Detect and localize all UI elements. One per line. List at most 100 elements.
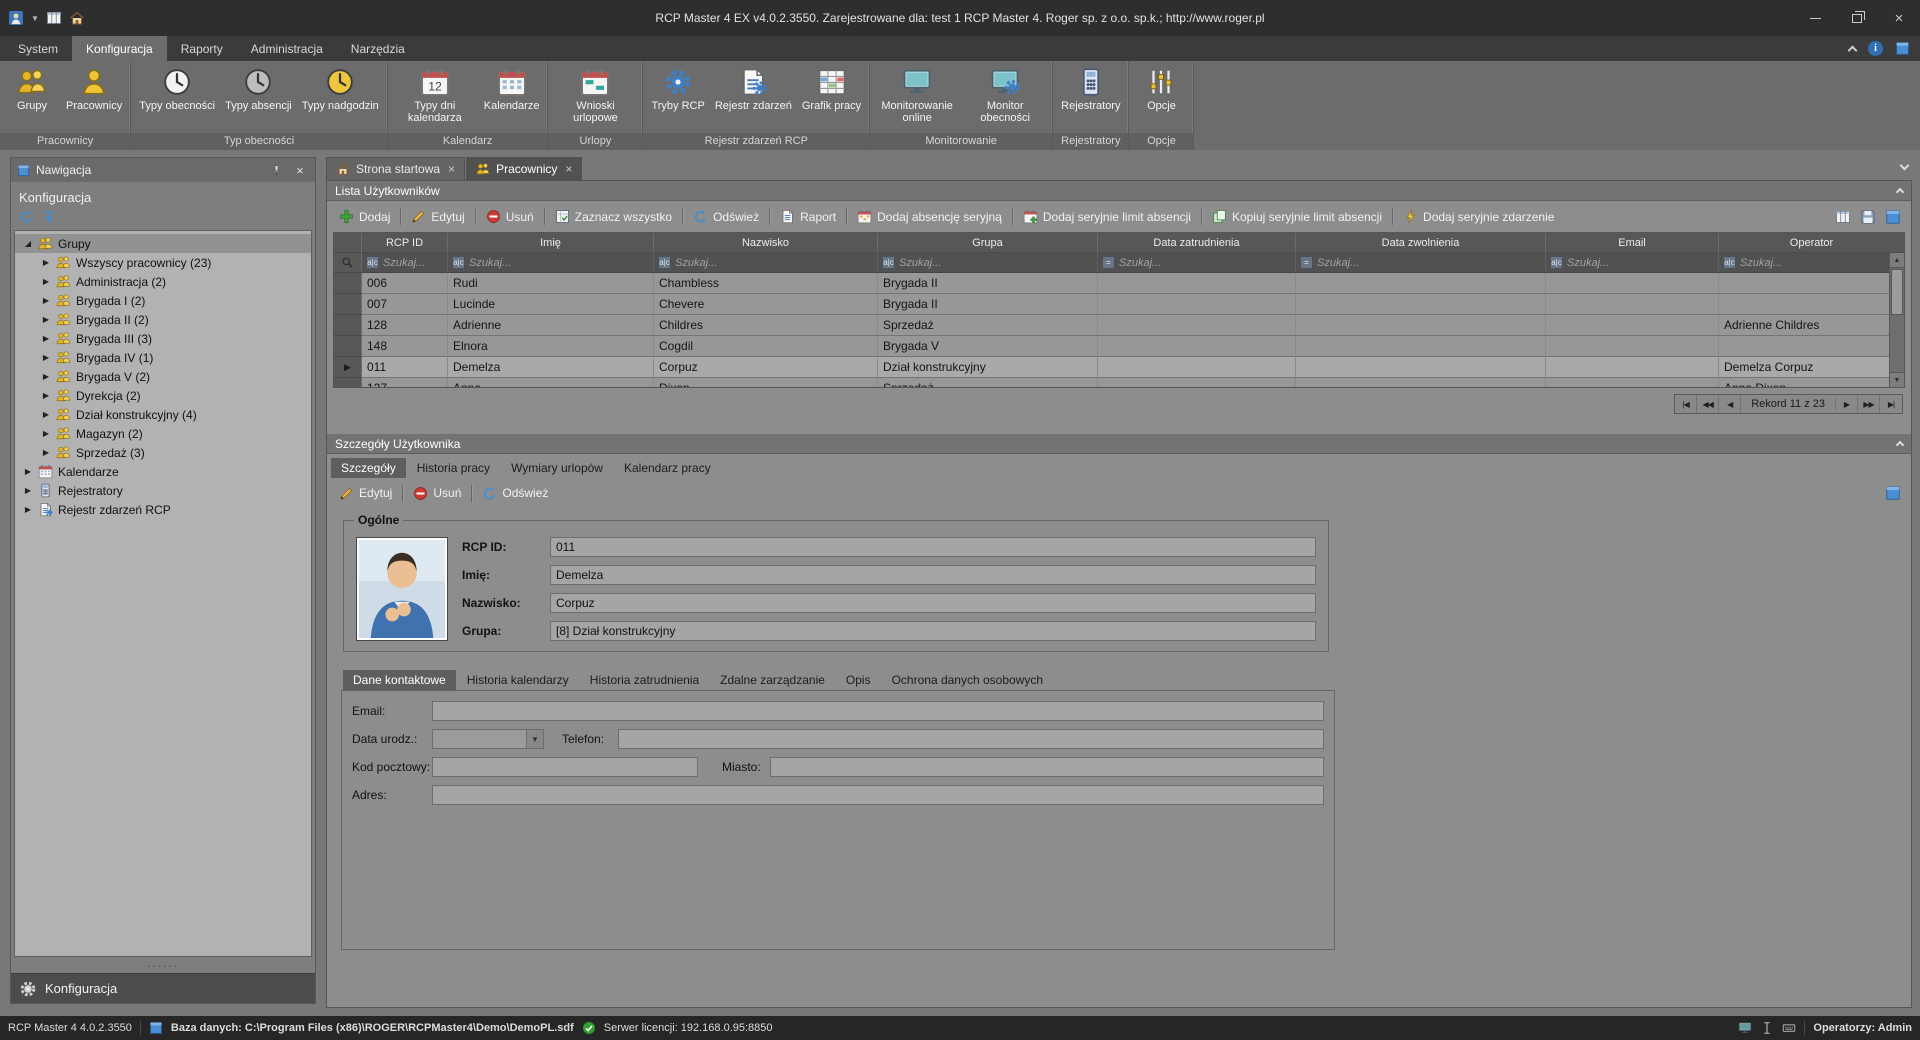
app-logo-icon[interactable] bbox=[8, 10, 24, 26]
tab-ochrona-danych-osobowych[interactable]: Ochrona danych osobowych bbox=[882, 670, 1053, 690]
pin-icon[interactable] bbox=[267, 161, 285, 179]
filter-type-icon[interactable]: a|c bbox=[452, 256, 465, 269]
filter-rcp-id[interactable]: a|cSzukaj... bbox=[362, 253, 448, 273]
expand-icon[interactable]: ▶ bbox=[23, 486, 33, 495]
column-header-data-zwolnienia[interactable]: Data zwolnienia bbox=[1296, 233, 1546, 253]
tree-item-kalendarze[interactable]: ▶Kalendarze bbox=[15, 462, 311, 481]
panel-view-icon[interactable] bbox=[1885, 485, 1901, 501]
text-cursor-icon[interactable] bbox=[1760, 1021, 1774, 1035]
tab-kalendarz-pracy[interactable]: Kalendarz pracy bbox=[614, 458, 721, 478]
filter-type-icon[interactable]: = bbox=[1300, 256, 1313, 269]
ribbon-item-typy-nadgodzin[interactable]: Typy nadgodzin bbox=[297, 64, 384, 133]
tree-item-group[interactable]: ▶Brygada II (2) bbox=[15, 310, 311, 329]
ribbon-item-kalendarze[interactable]: Kalendarze bbox=[479, 64, 545, 133]
filter-type-icon[interactable]: a|c bbox=[1550, 256, 1563, 269]
scroll-up-icon[interactable]: ▲ bbox=[1890, 253, 1904, 268]
scroll-down-icon[interactable]: ▼ bbox=[1890, 372, 1904, 387]
tab-zdalne-zarzadzanie[interactable]: Zdalne zarządzanie bbox=[710, 670, 835, 690]
ribbon-item-typy-absencji[interactable]: Typy absencji bbox=[220, 64, 297, 133]
tab-szczegoly[interactable]: Szczegóły bbox=[331, 458, 406, 478]
chevron-down-icon[interactable]: ▼ bbox=[526, 730, 543, 748]
tab-raporty[interactable]: Raporty bbox=[167, 36, 237, 61]
birth-date-select[interactable]: ▼ bbox=[432, 729, 544, 749]
filter-grupa[interactable]: a|cSzukaj... bbox=[878, 253, 1098, 273]
filter-data-zatrudnienia[interactable]: =Szukaj... bbox=[1098, 253, 1296, 273]
postal-code-input[interactable] bbox=[432, 757, 698, 777]
tab-historia-zatrudnienia[interactable]: Historia zatrudnienia bbox=[580, 670, 709, 690]
add-absence-batch-button[interactable]: Dodaj absencję seryjną bbox=[851, 205, 1008, 228]
tab-dane-kontaktowe[interactable]: Dane kontaktowe bbox=[343, 670, 456, 690]
expand-icon[interactable]: ▶ bbox=[41, 315, 51, 324]
panel-splitter[interactable]: ...... bbox=[11, 957, 315, 973]
table-row[interactable]: 128 Adrienne Childres Sprzedaż Adrienne … bbox=[334, 315, 1904, 336]
delete-button[interactable]: Usuń bbox=[480, 205, 540, 228]
tab-konfiguracja[interactable]: Konfiguracja bbox=[72, 36, 167, 61]
collapse-ribbon-icon[interactable] bbox=[1848, 46, 1858, 56]
table-row-selected[interactable]: ▶ 011 Demelza Corpuz Dział konstrukcyjny… bbox=[334, 357, 1904, 378]
ribbon-item-monitorowanie-online[interactable]: Monitorowanie online bbox=[873, 64, 961, 133]
tree-item-group[interactable]: ▶Brygada I (2) bbox=[15, 291, 311, 310]
style-panel-icon[interactable] bbox=[1895, 41, 1910, 56]
pager-last-button[interactable]: ▶| bbox=[1880, 395, 1902, 413]
column-header-nazwisko[interactable]: Nazwisko bbox=[654, 233, 878, 253]
expand-icon[interactable]: ▶ bbox=[23, 467, 33, 476]
ribbon-item-tryby-rcp[interactable]: Tryby RCP bbox=[646, 64, 709, 133]
app-menu-caret-icon[interactable]: ▼ bbox=[31, 14, 39, 23]
minimize-button[interactable] bbox=[1794, 0, 1836, 36]
delete-button[interactable]: Usuń bbox=[407, 482, 467, 505]
filter-data-zwolnienia[interactable]: =Szukaj... bbox=[1296, 253, 1546, 273]
expand-icon[interactable]: ▶ bbox=[41, 372, 51, 381]
address-input[interactable] bbox=[432, 785, 1324, 805]
expand-icon[interactable]: ▶ bbox=[23, 505, 33, 514]
refresh-button[interactable]: Odśwież bbox=[476, 482, 554, 505]
expand-icon[interactable]: ▶ bbox=[41, 429, 51, 438]
phone-input[interactable] bbox=[618, 729, 1324, 749]
tab-list-dropdown-icon[interactable] bbox=[1900, 161, 1910, 171]
expand-icon[interactable]: ▶ bbox=[41, 391, 51, 400]
filter-type-icon[interactable]: = bbox=[1102, 256, 1115, 269]
close-icon[interactable]: × bbox=[291, 161, 309, 179]
column-header-operator[interactable]: Operator bbox=[1719, 233, 1904, 253]
filter-type-icon[interactable]: a|c bbox=[366, 256, 379, 269]
ribbon-item-typy-obecnosci[interactable]: Typy obecności bbox=[134, 64, 220, 133]
tab-system[interactable]: System bbox=[4, 36, 72, 61]
expand-icon[interactable]: ▶ bbox=[41, 277, 51, 286]
expand-icon[interactable]: ▶ bbox=[41, 334, 51, 343]
collapse-all-icon[interactable] bbox=[42, 210, 56, 224]
sidebar-item-konfiguracja[interactable]: Konfiguracja bbox=[11, 973, 315, 1003]
refresh-icon[interactable] bbox=[19, 210, 33, 224]
keyboard-icon[interactable] bbox=[1782, 1021, 1796, 1035]
report-button[interactable]: Raport bbox=[774, 205, 842, 228]
table-row[interactable]: 127 Anna Dixon Sprzedaż Anna Dixon bbox=[334, 378, 1904, 388]
ribbon-item-pracownicy[interactable]: Pracownicy bbox=[61, 64, 127, 133]
ribbon-item-grafik-pracy[interactable]: Grafik pracy bbox=[797, 64, 866, 133]
ribbon-item-rejestratory[interactable]: Rejestratory bbox=[1056, 64, 1125, 133]
column-header-grupa[interactable]: Grupa bbox=[878, 233, 1098, 253]
copy-absence-limit-batch-button[interactable]: Kopiuj seryjnie limit absencji bbox=[1206, 205, 1388, 228]
edit-button[interactable]: Edytuj bbox=[405, 205, 470, 228]
select-all-button[interactable]: Zaznacz wszystko bbox=[549, 205, 678, 228]
collapse-panel-icon[interactable] bbox=[1896, 441, 1904, 449]
close-button[interactable]: × bbox=[1878, 0, 1920, 36]
table-row[interactable]: 007 Lucinde Chevere Brygada II bbox=[334, 294, 1904, 315]
table-row[interactable]: 148 Elnora Cogdil Brygada V bbox=[334, 336, 1904, 357]
expand-icon[interactable]: ◢ bbox=[23, 239, 33, 248]
quick-grid-icon[interactable] bbox=[46, 10, 62, 26]
tree-item-rejestr-zdarzen-rcp[interactable]: ▶Rejestr zdarzeń RCP bbox=[15, 500, 311, 519]
last-name-input[interactable] bbox=[550, 593, 1316, 613]
filter-nazwisko[interactable]: a|cSzukaj... bbox=[654, 253, 878, 273]
add-button[interactable]: Dodaj bbox=[333, 205, 396, 228]
tree-item-group[interactable]: ▶Magazyn (2) bbox=[15, 424, 311, 443]
pager-first-button[interactable]: |◀ bbox=[1675, 395, 1697, 413]
tree-item-rejestratory[interactable]: ▶Rejestratory bbox=[15, 481, 311, 500]
panel-view-icon[interactable] bbox=[1885, 209, 1901, 225]
tab-wymiary-urlopow[interactable]: Wymiary urlopów bbox=[501, 458, 613, 478]
expand-icon[interactable]: ▶ bbox=[41, 410, 51, 419]
tree-item-group[interactable]: ▶Brygada IV (1) bbox=[15, 348, 311, 367]
tree-item-group[interactable]: ▶Dyrekcja (2) bbox=[15, 386, 311, 405]
scroll-thumb[interactable] bbox=[1891, 269, 1903, 315]
filter-type-icon[interactable]: a|c bbox=[658, 256, 671, 269]
tree-item-grupy[interactable]: ◢ Grupy bbox=[15, 234, 311, 253]
column-header-email[interactable]: Email bbox=[1546, 233, 1719, 253]
group-input[interactable] bbox=[550, 621, 1316, 641]
